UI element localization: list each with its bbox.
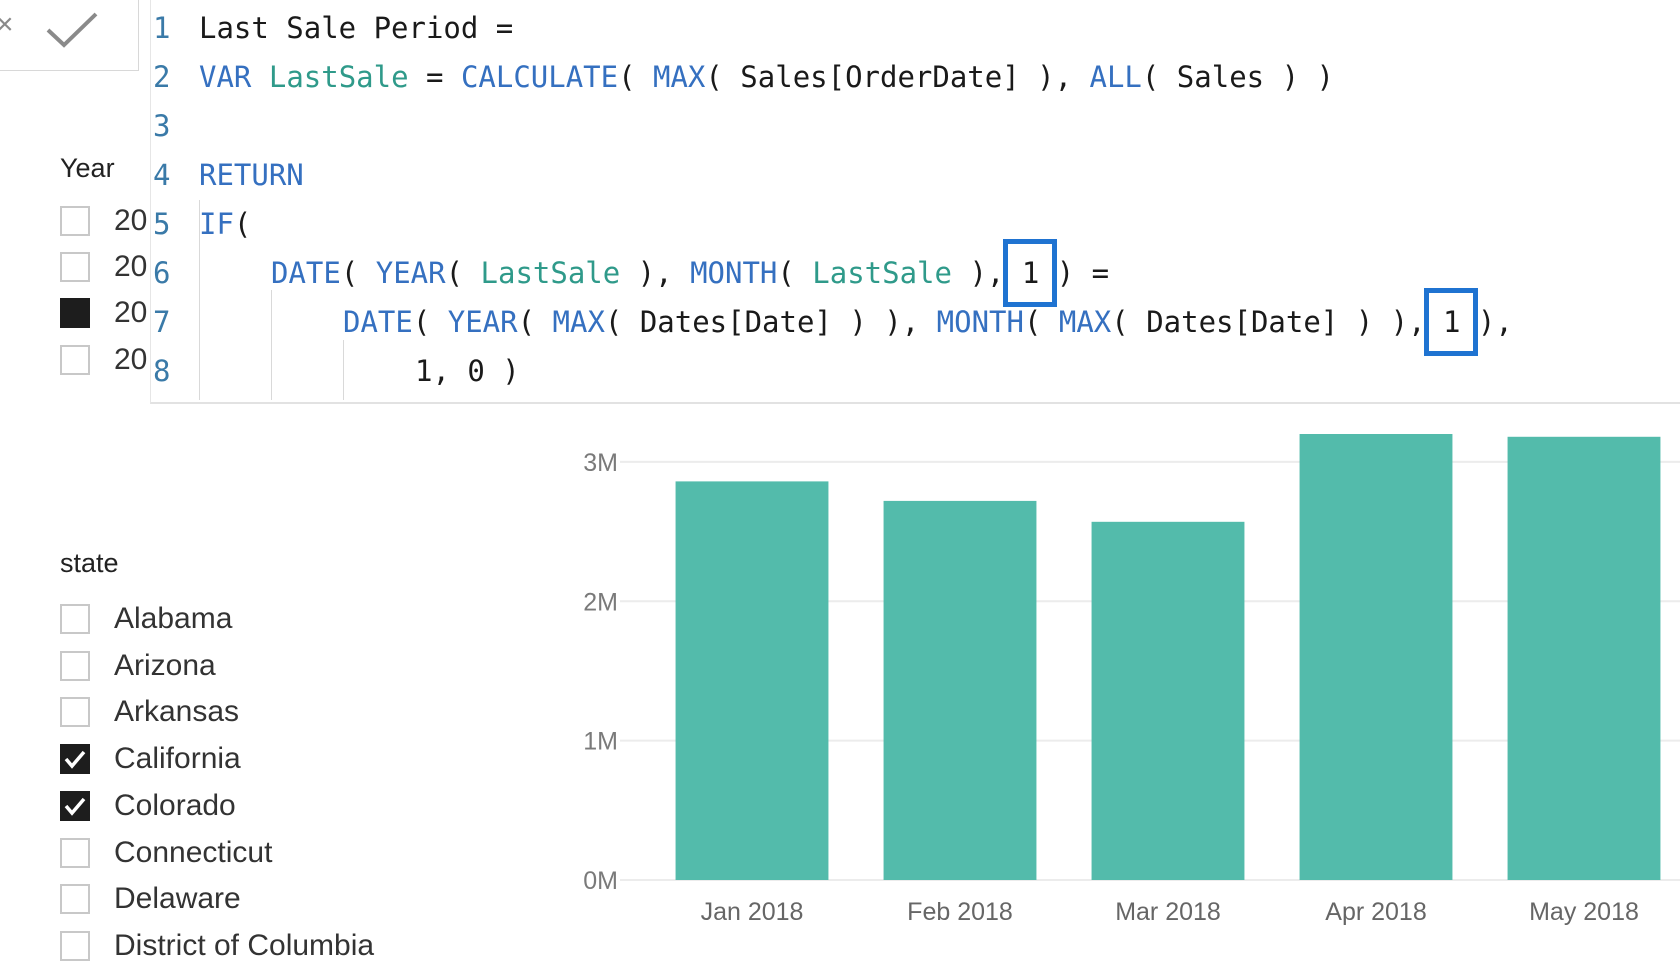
code-text: Last Sale Period = [199, 11, 514, 45]
sales-bar-chart: 0M 1M 2M 3M Jan 2018 Feb 2018 Mar 2018 Apr 2018… [540, 404, 1680, 945]
state-slicer-item[interactable]: California [60, 739, 241, 779]
state-slicer-title: state [60, 548, 119, 578]
state-slicer-label: District of Columbia [114, 928, 375, 962]
state-checkbox[interactable] [60, 837, 90, 868]
state-checkbox[interactable] [60, 604, 90, 634]
state-checkbox[interactable] [60, 930, 90, 961]
code-text: VAR LastSale = CALCULATE( MAX( Sales[Ord… [199, 60, 1334, 94]
year-slicer-label: 20 [114, 343, 148, 376]
state-checkbox[interactable] [60, 790, 90, 821]
indent-guide [343, 340, 344, 400]
state-checkbox[interactable] [60, 697, 90, 728]
code-text: DATE( YEAR( LastSale ), MONTH( LastSale … [271, 256, 1110, 290]
code-text: RETURN [199, 158, 304, 192]
year-slicer-label: 20 [114, 250, 148, 283]
line-number: 2 [153, 60, 171, 94]
state-slicer-item[interactable]: Colorado [60, 786, 236, 826]
state-slicer-item[interactable]: District of Columbia [60, 926, 374, 966]
state-checkbox[interactable] [60, 650, 90, 681]
line-number: 8 [153, 354, 171, 388]
state-slicer-item[interactable]: Arkansas [60, 692, 239, 732]
year-checkbox[interactable] [60, 345, 90, 375]
checkmark-icon [64, 797, 86, 816]
line-number: 7 [153, 305, 171, 339]
line-number: 6 [153, 256, 171, 290]
dax-formula-editor[interactable]: 1 Last Sale Period = 2 VAR LastSale = CALCU… [150, 0, 1680, 404]
x-icon[interactable]: × [0, 10, 14, 40]
state-slicer-label: California [114, 742, 241, 776]
x-tick-label: Jan 2018 [701, 898, 804, 926]
code-text: 1, 0 ) [415, 354, 520, 388]
y-tick-label: 0M [583, 867, 618, 895]
line-number: 4 [153, 158, 171, 192]
state-slicer-label: Arizona [114, 648, 216, 682]
state-checkbox[interactable] [60, 744, 90, 775]
bar [1299, 434, 1453, 880]
year-checkbox[interactable] [60, 252, 90, 282]
year-slicer-item[interactable]: 20 [60, 340, 147, 380]
year-slicer-item[interactable]: 20 [60, 293, 147, 333]
year-slicer-item[interactable]: 20 [60, 201, 147, 241]
state-checkbox[interactable] [60, 884, 90, 915]
state-slicer-label: Colorado [114, 788, 236, 822]
formula-bar-actions: × [0, 0, 139, 71]
y-tick-label: 1M [583, 728, 618, 756]
code-text: DATE( YEAR( MAX( Dates[Date] ) ), MONTH(… [343, 305, 1513, 339]
state-slicer-item[interactable]: Alabama [60, 599, 232, 639]
y-tick-label: 2M [583, 588, 618, 616]
year-checkbox[interactable] [60, 206, 90, 236]
highlight-box [1003, 239, 1057, 307]
state-slicer-label: Connecticut [114, 835, 273, 869]
state-slicer-label: Alabama [114, 602, 233, 635]
x-tick-label: May 2018 [1529, 898, 1639, 926]
highlight-box [1424, 288, 1478, 356]
state-slicer-label: Delaware [114, 882, 241, 916]
indent-guide [271, 290, 272, 400]
line-number: 5 [153, 207, 171, 241]
year-checkbox[interactable] [60, 298, 90, 328]
year-slicer-label: 20 [114, 296, 148, 329]
check-icon[interactable] [44, 10, 100, 55]
state-slicer-item[interactable]: Delaware [60, 879, 241, 919]
bar [883, 500, 1037, 880]
year-slicer-title: Year [60, 153, 115, 183]
year-slicer-item[interactable]: 20 [60, 247, 147, 287]
x-tick-label: Mar 2018 [1115, 898, 1221, 926]
checkmark-icon [64, 750, 86, 769]
bar [675, 481, 829, 880]
line-number: 1 [153, 11, 171, 45]
code-text: IF( [199, 207, 252, 241]
line-number: 3 [153, 109, 171, 143]
bar [1091, 521, 1245, 880]
bar [1507, 436, 1661, 880]
state-slicer-item[interactable]: Arizona [60, 646, 216, 686]
x-tick-label: Apr 2018 [1325, 898, 1426, 926]
year-slicer-label: 20 [114, 204, 148, 237]
x-tick-label: Feb 2018 [907, 898, 1013, 926]
state-slicer-label: Arkansas [114, 695, 240, 729]
chart-canvas: 0M 1M 2M 3M Jan 2018 Feb 2018 Mar 2018 Apr 2018… [583, 434, 1680, 926]
state-slicer-item[interactable]: Connecticut [60, 833, 272, 873]
y-tick-label: 3M [583, 449, 618, 477]
